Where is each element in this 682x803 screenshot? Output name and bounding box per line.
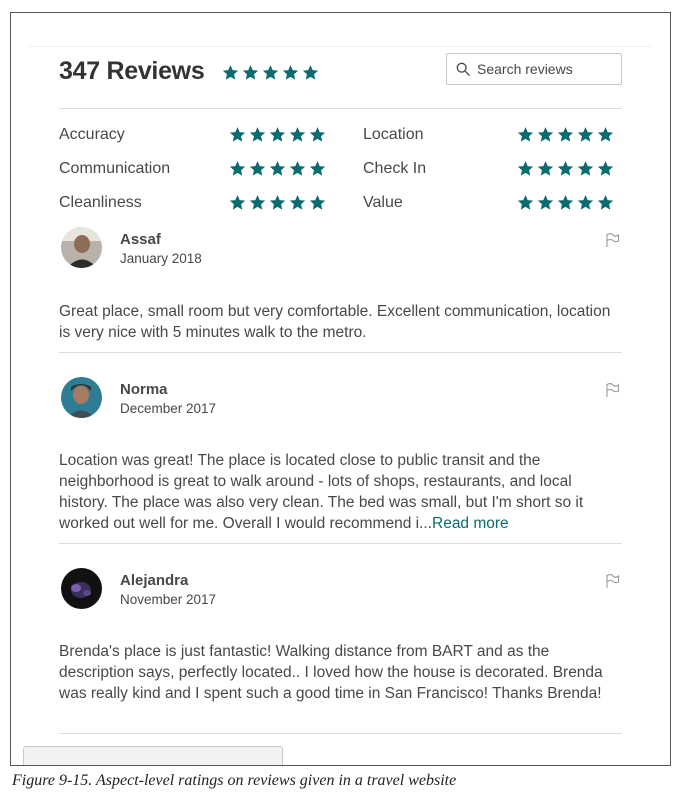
star-icon (229, 160, 246, 177)
review-date: November 2017 (120, 592, 217, 607)
reviews-header: 347 Reviews (59, 53, 622, 106)
read-more-link[interactable]: Read more (432, 515, 509, 532)
star-icon (597, 194, 614, 211)
aspect-label-communication: Communication (59, 160, 171, 177)
star-icon (517, 126, 534, 143)
search-icon (456, 62, 470, 76)
star-icon (577, 126, 594, 143)
star-icon (249, 126, 266, 143)
page-title: 347 Reviews (59, 57, 205, 85)
star-icon (557, 160, 574, 177)
aspect-ratings: Accuracy Location Communication Check In… (59, 123, 622, 225)
review-date: January 2018 (120, 251, 202, 266)
aspect-label-accuracy: Accuracy (59, 126, 125, 143)
star-icon (309, 126, 326, 143)
flag-icon[interactable] (604, 573, 620, 589)
star-icon (269, 194, 286, 211)
review-body: Brenda's place is just fantastic! Walkin… (59, 643, 603, 702)
star-icon (557, 194, 574, 211)
star-icon (242, 64, 259, 81)
avatar[interactable] (61, 568, 102, 609)
aspect-row: Communication Check In (59, 157, 622, 191)
star-icon (597, 160, 614, 177)
star-icon (289, 126, 306, 143)
star-icon (282, 64, 299, 81)
aspect-stars-communication (229, 160, 326, 177)
star-icon (289, 160, 306, 177)
top-divider (29, 46, 652, 47)
review-divider (59, 352, 622, 353)
star-icon (537, 126, 554, 143)
aspect-label-check-in: Check In (363, 160, 427, 177)
reviewer-name[interactable]: Alejandra (120, 572, 188, 589)
search-box[interactable] (446, 53, 622, 85)
star-icon (517, 194, 534, 211)
star-icon (309, 160, 326, 177)
star-icon (249, 194, 266, 211)
star-icon (597, 126, 614, 143)
review-divider (59, 733, 622, 734)
star-icon (577, 160, 594, 177)
aspect-label-value: Value (363, 194, 403, 211)
aspect-stars-cleanliness (229, 194, 326, 211)
reviews-panel: 347 Reviews Accuracy Loca (10, 12, 671, 766)
star-icon (289, 194, 306, 211)
star-icon (302, 64, 319, 81)
aspect-stars-check-in (517, 160, 614, 177)
star-icon (577, 194, 594, 211)
star-icon (249, 160, 266, 177)
star-icon (269, 160, 286, 177)
review-body: Great place, small room but very comfort… (59, 303, 611, 341)
star-icon (229, 126, 246, 143)
bottom-tab[interactable] (23, 746, 283, 765)
star-icon (309, 194, 326, 211)
aspect-row: Cleanliness Value (59, 191, 622, 225)
flag-icon[interactable] (604, 382, 620, 398)
review-divider (59, 543, 622, 544)
reviewer-name[interactable]: Norma (120, 381, 168, 398)
aspect-stars-location (517, 126, 614, 143)
review-text: Great place, small room but very comfort… (59, 301, 622, 343)
star-icon (269, 126, 286, 143)
avatar[interactable] (61, 227, 102, 268)
star-icon (222, 64, 239, 81)
star-icon (557, 126, 574, 143)
overall-rating-stars (222, 64, 319, 81)
review-text: Brenda's place is just fantastic! Walkin… (59, 641, 622, 704)
aspect-stars-accuracy (229, 126, 326, 143)
star-icon (517, 160, 534, 177)
figure-caption: Figure 9-15. Aspect-level ratings on rev… (12, 772, 457, 789)
aspect-label-cleanliness: Cleanliness (59, 194, 142, 211)
avatar[interactable] (61, 377, 102, 418)
aspect-stars-value (517, 194, 614, 211)
star-icon (537, 194, 554, 211)
header-divider (59, 108, 622, 109)
flag-icon[interactable] (604, 232, 620, 248)
search-input[interactable] (477, 61, 607, 77)
reviewer-name[interactable]: Assaf (120, 231, 161, 248)
review-text: Location was great! The place is located… (59, 450, 622, 534)
review-date: December 2017 (120, 401, 217, 416)
star-icon (262, 64, 279, 81)
aspect-label-location: Location (363, 126, 424, 143)
aspect-row: Accuracy Location (59, 123, 622, 157)
star-icon (537, 160, 554, 177)
star-icon (229, 194, 246, 211)
